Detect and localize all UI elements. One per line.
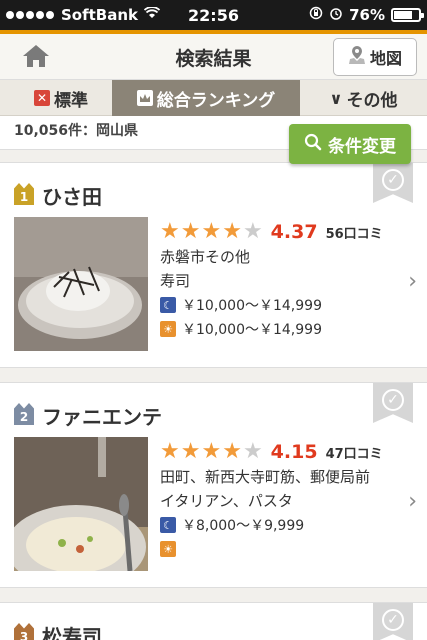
check-icon: ✓	[382, 389, 404, 411]
result-count: 10,056件：岡山県	[14, 123, 139, 139]
dinner-price: ￥10,000～￥14,999	[182, 298, 322, 314]
rating-score: 4.37	[270, 221, 318, 243]
star-icon: ★	[160, 439, 180, 464]
bookmark-button[interactable]: ✓	[373, 383, 413, 423]
status-bar: SoftBank 22:56 76%	[0, 0, 427, 30]
sort-tabs: ✕ 標準 総合ランキング ∨ その他	[0, 80, 427, 116]
tab-overall-ranking[interactable]: 総合ランキング	[112, 80, 300, 116]
map-pin-icon	[348, 45, 366, 69]
restaurant-area: 田町、新西大寺町筋、郵便局前	[160, 468, 371, 486]
change-conditions-button[interactable]: 条件変更	[289, 124, 411, 164]
dinner-moon-icon: ☾	[160, 297, 176, 313]
restaurant-name[interactable]: ひさ田	[42, 181, 102, 210]
restaurant-area: 赤磐市その他	[160, 248, 251, 266]
tab-standard-label: 標準	[54, 90, 88, 111]
signal-strength-icon	[6, 11, 54, 19]
rank-badge: 2	[14, 403, 34, 425]
list-item[interactable]: 3 松寿司 ✓	[0, 602, 427, 640]
battery-percentage: 76%	[349, 6, 385, 24]
star-icon: ★	[160, 219, 180, 244]
star-icon: ★	[180, 219, 201, 244]
standard-icon: ✕	[34, 90, 50, 106]
chevron-down-icon: ∨	[329, 88, 343, 108]
restaurant-photo[interactable]	[14, 437, 148, 571]
check-icon: ✓	[382, 169, 404, 191]
rank-badge: 1	[14, 183, 34, 205]
restaurant-photo[interactable]	[14, 217, 148, 351]
carrier-name: SoftBank	[61, 6, 139, 24]
home-icon	[21, 43, 51, 73]
review-count: 56口コミ	[325, 226, 383, 242]
star-icon: ★	[242, 439, 263, 464]
bookmark-button[interactable]: ✓	[373, 163, 413, 203]
bookmark-button[interactable]: ✓	[373, 603, 413, 640]
star-icon: ★	[201, 219, 222, 244]
rank-badge: 3	[14, 623, 34, 640]
star-icon: ★	[222, 219, 242, 244]
star-icon: ★	[180, 439, 201, 464]
tab-other-label: その他	[346, 90, 398, 111]
chevron-right-icon[interactable]: ›	[408, 269, 417, 294]
battery-icon	[391, 8, 424, 22]
star-icon: ★	[242, 219, 263, 244]
navigation-bar: 検索結果 地図	[0, 34, 427, 80]
crown-icon	[136, 90, 153, 106]
restaurant-genre: イタリアン、パスタ	[160, 492, 293, 510]
wifi-icon	[143, 6, 161, 23]
chevron-right-icon[interactable]: ›	[408, 489, 417, 514]
lunch-price: ￥10,000～￥14,999	[182, 322, 322, 338]
dinner-price: ￥8,000～￥9,999	[182, 518, 305, 534]
star-rating: ★ ★ ★ ★ ★	[160, 221, 263, 243]
home-button[interactable]	[14, 40, 58, 76]
lunch-sun-icon: ☀	[160, 321, 176, 337]
dinner-moon-icon: ☾	[160, 517, 176, 533]
rotation-lock-icon	[309, 6, 323, 24]
restaurant-name[interactable]: ファニエンテ	[42, 401, 162, 430]
change-conditions-label: 条件変更	[328, 136, 396, 157]
tab-standard[interactable]: ✕ 標準	[0, 80, 112, 116]
review-count: 47口コミ	[325, 446, 383, 462]
star-rating: ★ ★ ★ ★ ★	[160, 441, 263, 463]
rating-score: 4.15	[270, 441, 318, 463]
alarm-icon	[329, 6, 343, 24]
map-button[interactable]: 地図	[333, 38, 417, 76]
list-item[interactable]: 1 ひさ田 ✓ ★ ★ ★ ★ ★ 4.37 56口コミ 赤磐市その他 寿司 ☾ ￥10…	[0, 162, 427, 368]
tab-ranking-label: 総合ランキング	[156, 90, 276, 111]
check-icon: ✓	[382, 609, 404, 631]
star-icon: ★	[222, 439, 242, 464]
map-button-label: 地図	[369, 49, 402, 68]
restaurant-name[interactable]: 松寿司	[42, 621, 102, 640]
restaurant-genre: 寿司	[160, 272, 191, 290]
tab-other[interactable]: ∨ その他	[300, 80, 427, 116]
lunch-sun-icon: ☀	[160, 541, 176, 557]
star-icon: ★	[201, 439, 222, 464]
search-icon	[304, 133, 322, 156]
list-item[interactable]: 2 ファニエンテ ✓ ★ ★ ★ ★ ★ 4.15 47口コミ 田町、新西大寺町筋、郵便…	[0, 382, 427, 588]
